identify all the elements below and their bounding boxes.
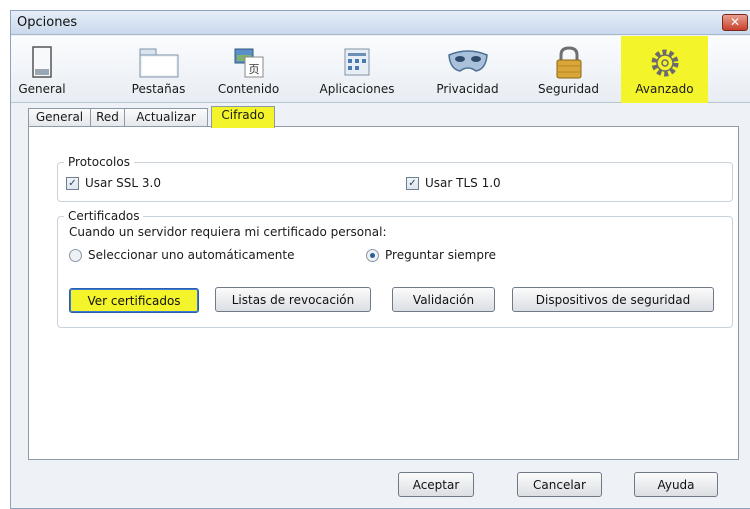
svg-text:页: 页 bbox=[248, 63, 259, 76]
pane-label: Privacidad bbox=[436, 82, 499, 96]
validation-button[interactable]: Validación bbox=[392, 287, 495, 312]
title-bar[interactable]: Opciones ✕ bbox=[11, 11, 750, 35]
pane-label: Aplicaciones bbox=[319, 82, 395, 96]
options-window: Opciones ✕ General Pestañas 页 Contenido … bbox=[10, 10, 750, 509]
pane-label: Seguridad bbox=[537, 82, 600, 96]
certificates-group: Certificados Cuando un servidor requiera… bbox=[57, 209, 733, 328]
pane-label: Avanzado bbox=[635, 82, 694, 96]
protocols-group: Protocolos ✓ Usar SSL 3.0 ✓ Usar TLS 1.0 bbox=[57, 155, 733, 202]
view-certificates-button[interactable]: Ver certificados bbox=[69, 288, 199, 313]
padlock-icon bbox=[556, 46, 581, 79]
ssl-option[interactable]: ✓ Usar SSL 3.0 bbox=[66, 176, 161, 190]
content-icon: 页 bbox=[234, 48, 263, 78]
pane-label: Contenido bbox=[217, 82, 280, 96]
encryption-panel: Protocolos ✓ Usar SSL 3.0 ✓ Usar TLS 1.0… bbox=[28, 126, 739, 460]
ssl-checkbox[interactable]: ✓ bbox=[66, 176, 79, 190]
window-title: Opciones bbox=[17, 15, 78, 30]
window-icon bbox=[32, 46, 52, 78]
tab-encryption[interactable]: Cifrado bbox=[211, 106, 275, 128]
accept-button[interactable]: Aceptar bbox=[398, 472, 474, 497]
radio-auto-label: Seleccionar uno automáticamente bbox=[88, 248, 295, 262]
gear-icon bbox=[651, 49, 678, 77]
applications-icon bbox=[344, 48, 370, 76]
tab-network[interactable]: Red bbox=[90, 108, 125, 127]
radio-ask-label: Preguntar siempre bbox=[385, 248, 497, 262]
mask-icon bbox=[447, 50, 488, 72]
tls-option[interactable]: ✓ Usar TLS 1.0 bbox=[406, 176, 501, 190]
radio-ask-option[interactable]: Preguntar siempre bbox=[366, 248, 496, 262]
pane-privacy[interactable]: Privacidad bbox=[425, 36, 510, 103]
revocation-lists-button[interactable]: Listas de revocación bbox=[215, 287, 371, 312]
tls-label: Usar TLS 1.0 bbox=[425, 176, 501, 190]
pane-label: Pestañas bbox=[131, 82, 186, 96]
help-button[interactable]: Ayuda bbox=[634, 472, 718, 497]
ssl-label: Usar SSL 3.0 bbox=[85, 176, 161, 190]
security-devices-button[interactable]: Dispositivos de seguridad bbox=[512, 287, 714, 312]
cancel-button[interactable]: Cancelar bbox=[517, 472, 602, 497]
pane-label: General bbox=[18, 82, 66, 96]
tab-update[interactable]: Actualizar bbox=[124, 108, 208, 127]
pane-applications[interactable]: Aplicaciones bbox=[307, 36, 407, 103]
radio-auto[interactable] bbox=[69, 248, 82, 262]
protocols-legend: Protocolos bbox=[64, 155, 134, 169]
preferences-toolbar: General Pestañas 页 Contenido Aplicacione… bbox=[11, 36, 750, 103]
pane-content[interactable]: 页 Contenido bbox=[206, 36, 291, 103]
tls-checkbox[interactable]: ✓ bbox=[406, 176, 419, 190]
radio-ask[interactable] bbox=[366, 248, 379, 262]
pane-security[interactable]: Seguridad bbox=[526, 36, 611, 103]
tab-general[interactable]: General bbox=[28, 108, 91, 127]
certificates-legend: Certificados bbox=[64, 209, 144, 223]
tabs-icon bbox=[139, 48, 178, 78]
pane-general[interactable]: General bbox=[11, 36, 73, 103]
pane-tabs[interactable]: Pestañas bbox=[121, 36, 196, 103]
pane-advanced[interactable]: Avanzado bbox=[621, 36, 708, 103]
close-icon[interactable]: ✕ bbox=[722, 14, 748, 31]
radio-auto-option[interactable]: Seleccionar uno automáticamente bbox=[69, 248, 294, 262]
certificate-prompt: Cuando un servidor requiera mi certifica… bbox=[69, 225, 387, 239]
